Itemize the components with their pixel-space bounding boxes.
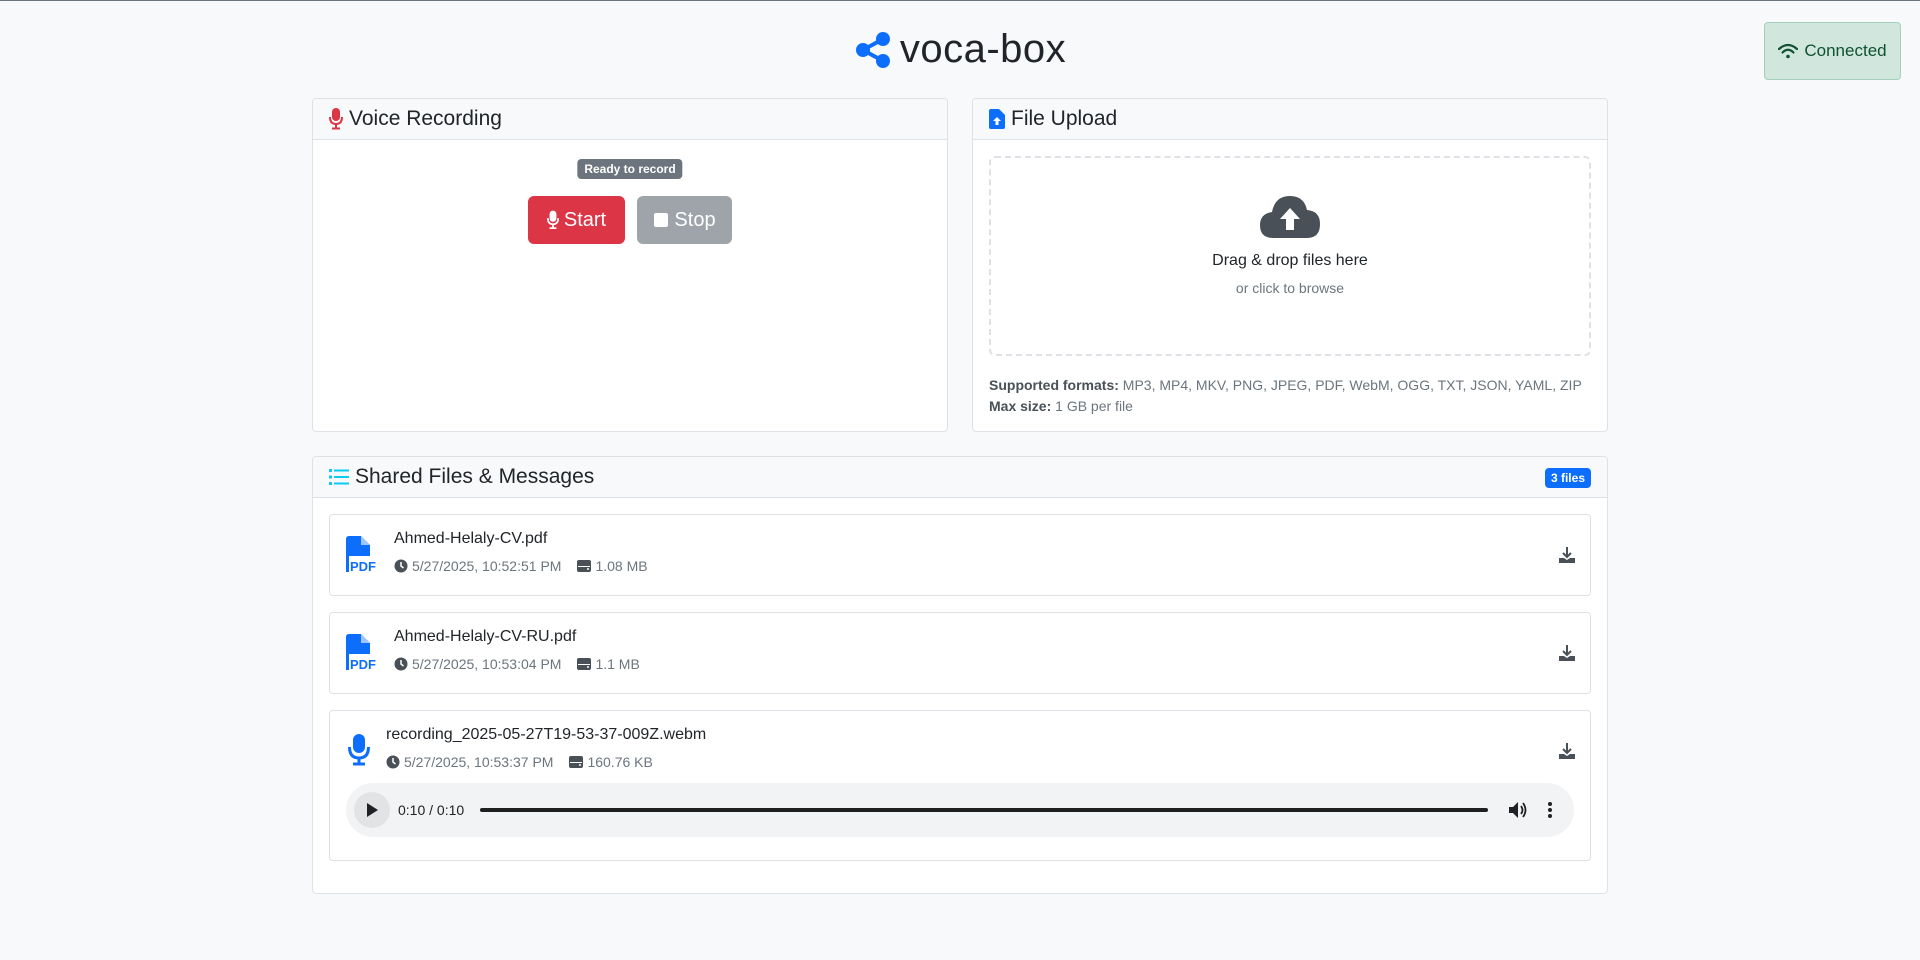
shared-card-title: Shared Files & Messages — [355, 465, 595, 488]
file-time: 5/27/2025, 10:53:04 PM — [412, 656, 562, 672]
cloud-upload-icon — [1260, 196, 1320, 238]
volume-icon[interactable] — [1508, 800, 1528, 820]
more-options-icon[interactable] — [1540, 800, 1560, 820]
stop-label: Stop — [674, 208, 716, 231]
file-pdf-icon: PDF — [346, 634, 376, 672]
app-header: voca-box — [0, 27, 1920, 72]
hdd-icon — [569, 756, 584, 768]
max-size-label: Max size: — [989, 398, 1052, 414]
file-upload-icon — [989, 109, 1005, 129]
stop-recording-button[interactable]: Stop — [637, 196, 732, 244]
file-item: PDF Ahmed-Helaly-CV.pdf 5/27/2025, 10:52… — [329, 514, 1591, 596]
start-label: Start — [563, 208, 607, 231]
download-icon[interactable] — [1558, 546, 1576, 564]
upload-info: Supported formats: MP3, MP4, MKV, PNG, J… — [989, 375, 1582, 417]
wifi-icon — [1778, 43, 1799, 59]
svg-text:PDF: PDF — [350, 559, 376, 574]
file-pdf-icon: PDF — [346, 536, 376, 574]
hdd-icon — [577, 560, 592, 572]
file-time: 5/27/2025, 10:53:37 PM — [404, 754, 554, 770]
stop-icon — [654, 213, 669, 227]
microphone-icon — [329, 108, 343, 130]
file-size: 160.76 KB — [587, 754, 653, 770]
play-icon — [367, 803, 378, 817]
file-name: Ahmed-Helaly-CV-RU.pdf — [394, 628, 577, 645]
file-item: recording_2025-05-27T19-53-37-009Z.webm … — [329, 710, 1591, 861]
shared-card-header: Shared Files & Messages 3 files — [313, 457, 1607, 498]
connection-label: Connected — [1804, 41, 1887, 60]
max-size-value: 1 GB per file — [1055, 398, 1133, 414]
download-icon[interactable] — [1558, 644, 1576, 662]
dropzone-title: Drag & drop files here — [1212, 252, 1368, 269]
voice-card-header: Voice Recording — [313, 99, 947, 140]
microphone-icon — [348, 734, 370, 766]
clock-icon — [394, 559, 408, 573]
upload-card-title: File Upload — [1011, 107, 1118, 130]
player-time: 0:10 / 0:10 — [398, 802, 465, 818]
file-upload-card: File Upload Drag & drop files here or cl… — [972, 98, 1608, 432]
play-button[interactable] — [354, 792, 390, 828]
formats-label: Supported formats: — [989, 377, 1119, 393]
player-progress[interactable] — [480, 808, 1488, 812]
hdd-icon — [577, 658, 592, 670]
file-meta: 5/27/2025, 10:52:51 PM 1.08 MB — [394, 558, 648, 574]
upload-card-header: File Upload — [973, 99, 1607, 140]
connection-status: Connected — [1764, 22, 1901, 80]
dropzone[interactable]: Drag & drop files here or click to brows… — [989, 156, 1591, 356]
svg-text:PDF: PDF — [350, 657, 376, 672]
file-meta: 5/27/2025, 10:53:04 PM 1.1 MB — [394, 656, 640, 672]
audio-player: 0:10 / 0:10 — [346, 783, 1574, 837]
file-time: 5/27/2025, 10:52:51 PM — [412, 558, 562, 574]
file-item: PDF Ahmed-Helaly-CV-RU.pdf 5/27/2025, 10… — [329, 612, 1591, 694]
file-name: recording_2025-05-27T19-53-37-009Z.webm — [386, 726, 707, 743]
clock-icon — [394, 657, 408, 671]
microphone-icon — [546, 210, 559, 229]
formats-value: MP3, MP4, MKV, PNG, JPEG, PDF, WebM, OGG… — [1122, 377, 1582, 393]
voice-card-title: Voice Recording — [349, 107, 502, 130]
voice-recording-card: Voice Recording Ready to record Start St… — [312, 98, 948, 432]
start-recording-button[interactable]: Start — [528, 196, 625, 244]
dropzone-subtitle: or click to browse — [1235, 280, 1345, 296]
recording-status-badge: Ready to record — [577, 159, 683, 179]
file-size: 1.1 MB — [595, 656, 640, 672]
files-count-badge: 3 files — [1544, 468, 1591, 488]
app-title: voca-box — [899, 27, 1067, 71]
file-name: Ahmed-Helaly-CV.pdf — [394, 530, 548, 547]
file-size: 1.08 MB — [595, 558, 648, 574]
list-icon — [329, 469, 349, 485]
share-icon — [855, 31, 890, 68]
clock-icon — [386, 755, 400, 769]
file-meta: 5/27/2025, 10:53:37 PM 160.76 KB — [386, 754, 653, 770]
shared-files-card: Shared Files & Messages 3 files PDF Ahme… — [312, 456, 1608, 894]
download-icon[interactable] — [1558, 742, 1576, 760]
